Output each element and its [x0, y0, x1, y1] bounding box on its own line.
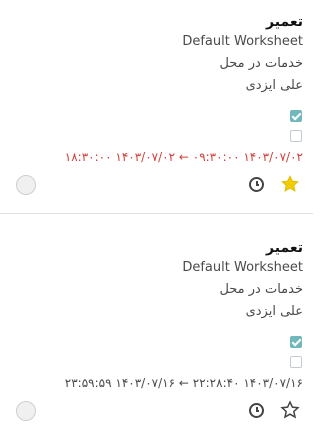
planned-dates: ۱۴۰۳/۰۷/۰۲ ۰۹:۳۰:۰۰ ← ۱۴۰۳/۰۷/۰۲ ۱۸:۳۰:۰…	[65, 150, 303, 164]
checkbox-unchecked[interactable]	[290, 356, 302, 368]
avatar[interactable]	[16, 175, 36, 195]
checkbox-checked[interactable]	[290, 336, 302, 348]
avatar[interactable]	[16, 401, 36, 421]
task-title: تعمیر	[266, 240, 303, 256]
planned-dates: ۱۴۰۳/۰۷/۱۶ ۲۲:۲۸:۴۰ ← ۱۴۰۳/۰۷/۱۶ ۲۳:۵۹:۵…	[65, 376, 303, 390]
start-date: ۱۴۰۳/۰۷/۱۶ ۲۲:۲۸:۴۰	[192, 376, 303, 390]
arrow-icon: ←	[178, 376, 189, 390]
card-divider	[0, 213, 313, 214]
arrow-icon: ←	[178, 150, 189, 164]
task-card[interactable]: تعمیر Default Worksheet خدمات در محل علی…	[0, 226, 313, 427]
checkbox-unchecked[interactable]	[290, 130, 302, 142]
clock-icon[interactable]	[249, 403, 264, 418]
checkbox-checked[interactable]	[290, 110, 302, 122]
service-type: خدمات در محل	[219, 282, 303, 297]
star-icon[interactable]	[280, 400, 300, 420]
assignee-name: علی ایزدی	[245, 78, 303, 93]
end-date: ۱۴۰۳/۰۷/۱۶ ۲۳:۵۹:۵۹	[64, 376, 176, 390]
start-date: ۱۴۰۳/۰۷/۰۲ ۰۹:۳۰:۰۰	[192, 150, 303, 164]
assignee-name: علی ایزدی	[245, 304, 303, 319]
end-date: ۱۴۰۳/۰۷/۰۲ ۱۸:۳۰:۰۰	[64, 150, 176, 164]
task-card[interactable]: تعمیر Default Worksheet خدمات در محل علی…	[0, 0, 313, 213]
worksheet-name: Default Worksheet	[182, 34, 303, 49]
service-type: خدمات در محل	[219, 56, 303, 71]
worksheet-name: Default Worksheet	[182, 260, 303, 275]
clock-icon[interactable]	[249, 177, 264, 192]
star-icon[interactable]	[280, 174, 300, 194]
task-title: تعمیر	[266, 14, 303, 30]
